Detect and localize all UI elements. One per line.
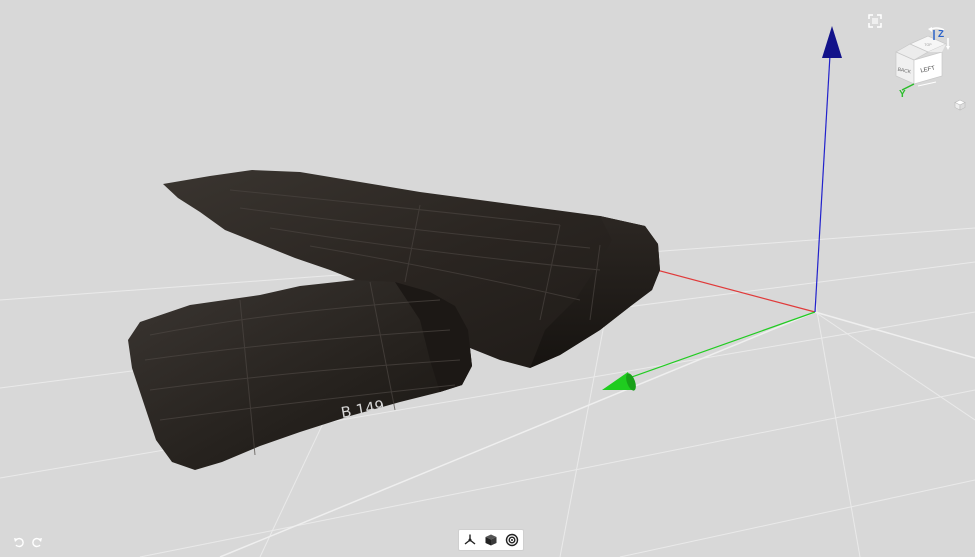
axes-toggle-button[interactable] [461, 531, 479, 549]
undo-button[interactable] [12, 535, 26, 549]
orbit-icon [506, 533, 519, 547]
orbit-mode-button[interactable] [503, 531, 521, 549]
3d-viewport[interactable]: B 149 [0, 0, 975, 557]
fullscreen-icon [868, 14, 882, 28]
bottom-toolbar [458, 529, 524, 551]
rotate-arrow-icon [929, 27, 945, 31]
z-axis-line [814, 54, 831, 313]
view-cube-top-label: TOP [924, 43, 932, 47]
axes-gizmo [599, 26, 842, 391]
small-cube-icon [954, 99, 966, 111]
view-cube-y-label: Y [899, 89, 906, 100]
fullscreen-button[interactable] [866, 12, 884, 30]
redo-button[interactable] [30, 535, 44, 549]
solid-cube-icon [485, 534, 497, 546]
view-cube[interactable]: TOP BACK LEFT Z Y [888, 26, 968, 100]
render-mode-button[interactable] [482, 531, 500, 549]
wood-block-small[interactable]: B 149 [128, 280, 472, 470]
undo-icon [14, 537, 24, 548]
view-cube-z-label: Z [938, 29, 944, 40]
redo-icon [32, 537, 42, 548]
y-axis-line [614, 311, 816, 384]
z-axis-cone [822, 26, 842, 58]
view-cube-menu-button[interactable] [953, 98, 967, 112]
axes-icon [464, 534, 476, 545]
